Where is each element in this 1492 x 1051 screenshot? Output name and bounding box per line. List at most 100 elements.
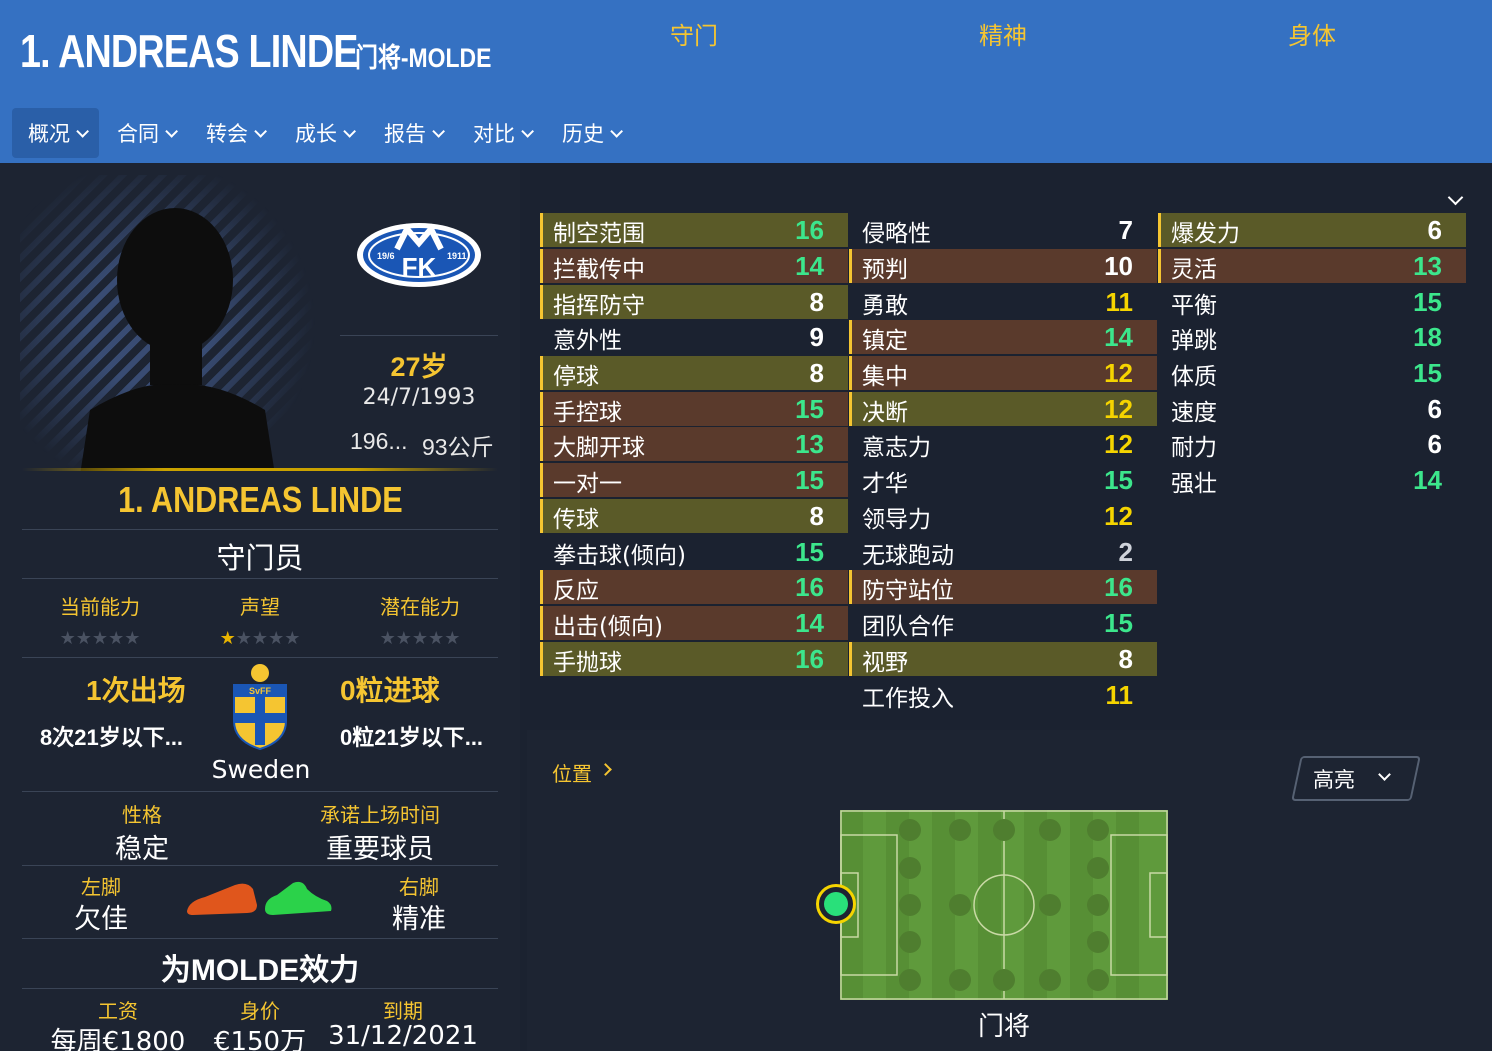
attribute-row[interactable]: 拳击球(倾向) 15 (540, 535, 848, 569)
attribute-name: 防守站位 (862, 578, 954, 604)
highlight-bar (540, 392, 543, 426)
highlight-bar (540, 427, 543, 461)
attribute-row[interactable]: 传球 8 (540, 499, 848, 533)
highlight-bar (540, 463, 543, 497)
sweden-crest-icon[interactable]: SvFF (231, 663, 289, 751)
attribute-name: 视野 (862, 650, 908, 676)
attribute-value: 15 (1104, 608, 1133, 638)
tab-overview[interactable]: 概况 (12, 108, 99, 158)
player-age: 27岁 (390, 352, 448, 382)
tab-contract[interactable]: 合同 (101, 108, 188, 158)
player-profile-panel: FK 19/6 1911 27岁 24/7/1993 196... 93公斤 1… (0, 163, 520, 1051)
divider (22, 578, 498, 579)
attribute-name: 大脚开球 (553, 435, 645, 461)
attribute-row[interactable]: 强壮 14 (1158, 463, 1466, 497)
attribute-row[interactable]: 耐力 6 (1158, 427, 1466, 461)
attribute-row[interactable]: 拦截传中 14 (540, 249, 848, 283)
tab-compare[interactable]: 对比 (457, 108, 544, 158)
attribute-row[interactable]: 集中 12 (849, 356, 1157, 390)
attribute-row[interactable]: 大脚开球 13 (540, 427, 848, 461)
attribute-name: 强壮 (1171, 471, 1217, 497)
current-ability[interactable]: 当前能力 ★★★★★ (40, 591, 160, 649)
attribute-row[interactable]: 防守站位 16 (849, 570, 1157, 604)
mental-header: 精神 (979, 22, 1027, 50)
attribute-name: 才华 (862, 471, 908, 497)
right-foot-label: 右脚 (399, 875, 439, 899)
attribute-row[interactable]: 手抛球 16 (540, 642, 848, 676)
attribute-name: 指挥防守 (553, 293, 645, 319)
attribute-row[interactable]: 平衡 15 (1158, 285, 1466, 319)
attribute-value: 6 (1427, 394, 1442, 424)
attribute-value: 10 (1104, 251, 1133, 281)
attribute-row[interactable]: 勇敢 11 (849, 285, 1157, 319)
attribute-row[interactable]: 意志力 12 (849, 427, 1157, 461)
potential-ability-stars: ★★★★★ (379, 628, 461, 649)
attribute-value: 12 (1104, 429, 1133, 459)
attribute-row[interactable]: 指挥防守 8 (540, 285, 848, 319)
attribute-value: 15 (1104, 465, 1133, 495)
attribute-row[interactable]: 出击(倾向) 14 (540, 606, 848, 640)
reputation-stars: ★★★★★ (219, 628, 301, 649)
svg-text:1911: 1911 (447, 251, 467, 261)
attribute-row[interactable]: 速度 6 (1158, 392, 1466, 426)
attribute-row[interactable]: 制空范围 16 (540, 213, 848, 247)
attribute-row[interactable]: 爆发力 6 (1158, 213, 1466, 247)
attribute-row[interactable]: 镇定 14 (849, 320, 1157, 354)
attribute-name: 领导力 (862, 507, 931, 533)
attribute-row[interactable]: 手控球 15 (540, 392, 848, 426)
attribute-row[interactable]: 灵活 13 (1158, 249, 1466, 283)
player-name-text: 1. ANDREAS LINDE (117, 479, 403, 520)
tab-history[interactable]: 历史 (546, 108, 633, 158)
attribute-value: 16 (795, 644, 824, 674)
highlight-button-label[interactable]: 高亮 (1313, 764, 1355, 794)
current-ability-label: 当前能力 (60, 595, 140, 619)
attribute-row[interactable]: 工作投入 11 (849, 678, 1157, 712)
attribute-row[interactable]: 团队合作 15 (849, 606, 1157, 640)
attribute-name: 速度 (1171, 400, 1217, 426)
attribute-row[interactable]: 预判 10 (849, 249, 1157, 283)
attribute-row[interactable]: 弹跳 18 (1158, 320, 1466, 354)
attribute-value: 15 (795, 537, 824, 567)
attribute-value: 18 (1413, 322, 1442, 352)
attribute-row[interactable]: 决断 12 (849, 392, 1157, 426)
tab-development[interactable]: 成长 (279, 108, 366, 158)
tab-transfer[interactable]: 转会 (190, 108, 277, 158)
potential-ability[interactable]: 潜在能力 ★★★★★ (360, 591, 480, 649)
highlight-bar (849, 642, 852, 676)
attribute-row[interactable]: 领导力 12 (849, 499, 1157, 533)
chevron-down-icon (343, 124, 356, 138)
attribute-row[interactable]: 视野 8 (849, 642, 1157, 676)
attribute-value: 15 (1413, 358, 1442, 388)
highlight-bar (540, 213, 543, 247)
attribute-name: 侵略性 (862, 221, 931, 247)
chevron-down-icon (76, 124, 89, 138)
attribute-row[interactable]: 停球 8 (540, 356, 848, 390)
player-name: 1. ANDREAS LINDE (22, 479, 498, 521)
reputation[interactable]: 声望 ★★★★★ (200, 591, 320, 649)
highlight-bar (540, 606, 543, 640)
attribute-value: 8 (809, 501, 824, 531)
attribute-row[interactable]: 一对一 15 (540, 463, 848, 497)
attribute-row[interactable]: 才华 15 (849, 463, 1157, 497)
reputation-label: 声望 (240, 595, 280, 619)
chevron-down-icon (432, 124, 445, 138)
attribute-row[interactable]: 无球跑动 2 (849, 535, 1157, 569)
potential-ability-label: 潜在能力 (380, 595, 460, 619)
position-title[interactable]: 位置 (552, 758, 592, 787)
divider (22, 988, 498, 989)
attribute-name: 拦截传中 (553, 257, 645, 283)
svg-text:19/6: 19/6 (377, 251, 395, 261)
club-badge-icon[interactable]: FK 19/6 1911 (355, 221, 483, 289)
attribute-name: 手控球 (553, 400, 622, 426)
attribute-name: 出击(倾向) (553, 614, 663, 640)
attribute-row[interactable]: 意外性 9 (540, 320, 848, 354)
chevron-down-icon (254, 124, 267, 138)
goalkeeper-position-marker (816, 884, 856, 924)
attribute-row[interactable]: 反应 16 (540, 570, 848, 604)
tab-reports[interactable]: 报告 (368, 108, 455, 158)
highlight-button[interactable] (1291, 756, 1421, 801)
attribute-row[interactable]: 侵略性 7 (849, 213, 1157, 247)
attribute-row[interactable]: 体质 15 (1158, 356, 1466, 390)
club-line[interactable]: 为MOLDE效力 (22, 945, 498, 989)
svg-text:SvFF: SvFF (249, 686, 272, 696)
